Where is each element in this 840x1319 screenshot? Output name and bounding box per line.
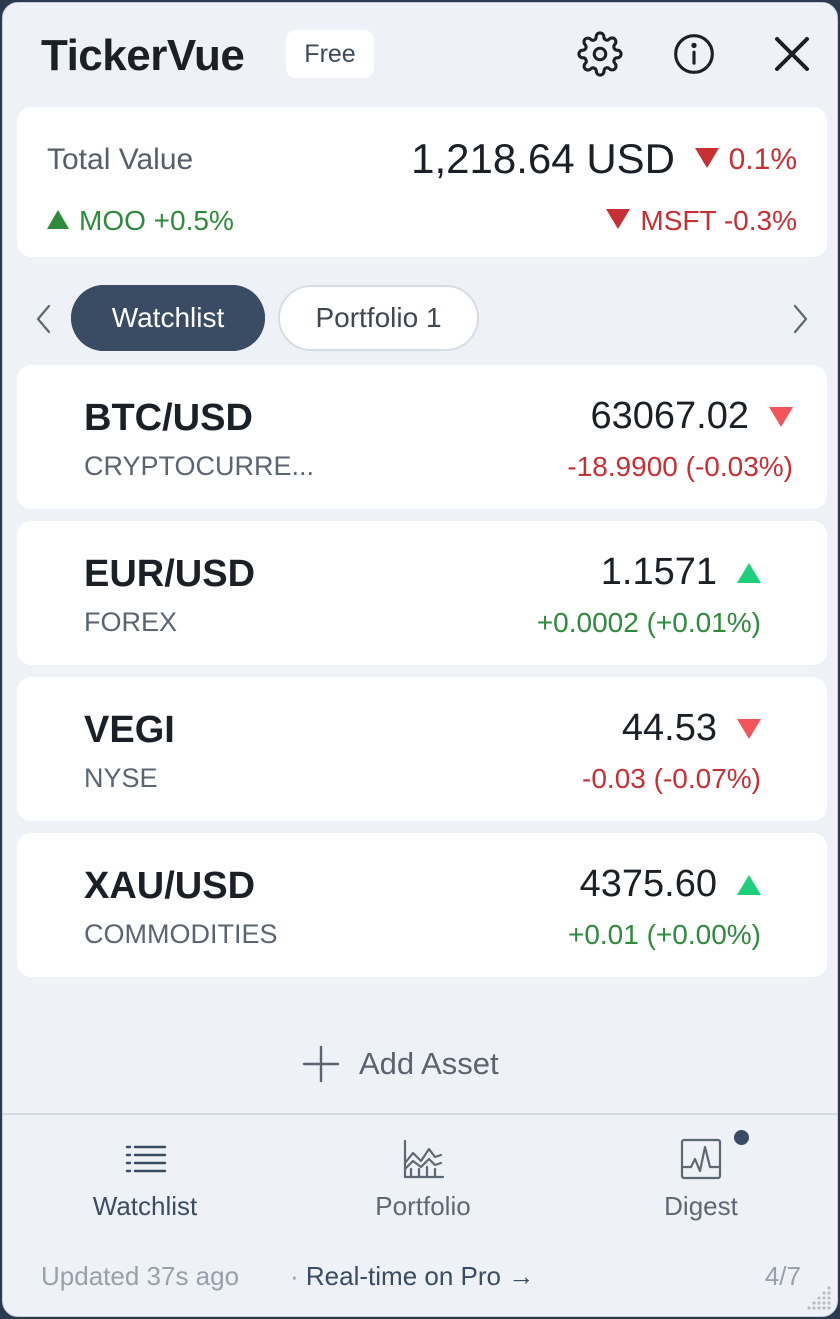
- up-triangle-icon: [47, 210, 69, 229]
- asset-row[interactable]: XAU/USD COMMODITIES 4375.60 +0.01 (+0.00…: [17, 833, 827, 977]
- add-asset-button[interactable]: Add Asset: [301, 1039, 499, 1089]
- total-value-label: Total Value: [47, 143, 194, 176]
- page-indicator: 4/7: [764, 1261, 801, 1291]
- up-triangle-icon: [737, 875, 761, 895]
- asset-row[interactable]: VEGI NYSE 44.53 -0.03 (-0.07%): [17, 677, 827, 821]
- gear-icon: [577, 31, 623, 77]
- nav-portfolio[interactable]: Portfolio: [323, 1131, 523, 1231]
- close-icon: [775, 37, 809, 71]
- close-button[interactable]: [767, 29, 817, 79]
- portfolio-summary-card: Total Value 1,218.64 USD 0.1% MOO +0.5% …: [17, 107, 827, 257]
- up-triangle-icon: [737, 563, 761, 583]
- asset-change: +0.0002 (+0.01%): [536, 607, 761, 638]
- plan-badge[interactable]: Free: [286, 30, 374, 78]
- app-title: TickerVue: [41, 31, 245, 80]
- nav-digest[interactable]: Digest: [601, 1131, 801, 1231]
- tab-portfolio-1[interactable]: Portfolio 1: [278, 285, 479, 351]
- settings-button[interactable]: [575, 29, 625, 79]
- asset-symbol: VEGI: [84, 709, 175, 751]
- upgrade-link[interactable]: · Real-time on Pro →: [290, 1261, 534, 1292]
- down-triangle-icon: [737, 719, 761, 739]
- total-value: 1,218.64 USD: [411, 135, 675, 182]
- nav-watchlist[interactable]: Watchlist: [45, 1131, 245, 1231]
- nav-label: Watchlist: [92, 1191, 198, 1221]
- bottom-navigation: Watchlist Portfolio Digest: [3, 1113, 837, 1245]
- asset-change: -18.9900 (-0.03%): [567, 451, 793, 482]
- info-button[interactable]: [669, 29, 719, 79]
- resize-grip-icon[interactable]: [803, 1282, 833, 1312]
- app-window: TickerVue Free Total Value 1,218.64 USD: [2, 2, 838, 1317]
- asset-exchange: FOREX: [84, 607, 178, 637]
- asset-exchange: COMMODITIES: [84, 919, 278, 949]
- chevron-right-icon: [793, 304, 808, 334]
- asset-row[interactable]: BTC/USD CRYPTOCURRE... 63067.02 -18.9900…: [17, 365, 827, 509]
- tab-watchlist[interactable]: Watchlist: [71, 285, 265, 351]
- asset-exchange: CRYPTOCURRE...: [84, 451, 315, 481]
- area-chart-icon: [403, 1139, 445, 1179]
- add-asset-label: Add Asset: [359, 1046, 499, 1081]
- status-footer: Updated 37s ago · Real-time on Pro → 4/7: [3, 1253, 837, 1303]
- top-loser: MSFT -0.3%: [606, 205, 797, 237]
- asset-exchange: NYSE: [84, 763, 158, 793]
- asset-symbol: EUR/USD: [84, 553, 256, 595]
- plus-icon: [302, 1045, 340, 1083]
- tabs-prev-button[interactable]: [29, 299, 59, 339]
- down-triangle-icon: [606, 209, 631, 229]
- down-triangle-icon: [769, 407, 793, 427]
- asset-change: -0.03 (-0.07%): [582, 763, 761, 794]
- chevron-left-icon: [36, 304, 51, 334]
- asset-symbol: BTC/USD: [84, 397, 253, 439]
- asset-price: 4375.60: [579, 863, 717, 905]
- asset-price: 44.53: [621, 707, 717, 749]
- list-icon: [125, 1145, 167, 1173]
- total-change: 0.1%: [694, 143, 797, 177]
- notification-dot: [734, 1130, 749, 1145]
- pulse-chart-icon: [680, 1138, 722, 1180]
- down-triangle-icon: [694, 148, 719, 168]
- tabs-next-button[interactable]: [785, 299, 815, 339]
- info-icon: [674, 34, 714, 74]
- last-updated: Updated 37s ago: [41, 1261, 240, 1291]
- asset-row[interactable]: EUR/USD FOREX 1.1571 +0.0002 (+0.01%): [17, 521, 827, 665]
- asset-symbol: XAU/USD: [84, 865, 256, 907]
- nav-label: Portfolio: [375, 1191, 471, 1221]
- asset-price: 63067.02: [590, 395, 750, 437]
- nav-label: Digest: [664, 1191, 738, 1221]
- asset-price: 1.1571: [600, 551, 717, 593]
- header: TickerVue Free: [3, 3, 837, 103]
- top-gainer: MOO +0.5%: [47, 205, 234, 237]
- asset-change: +0.01 (+0.00%): [567, 919, 761, 950]
